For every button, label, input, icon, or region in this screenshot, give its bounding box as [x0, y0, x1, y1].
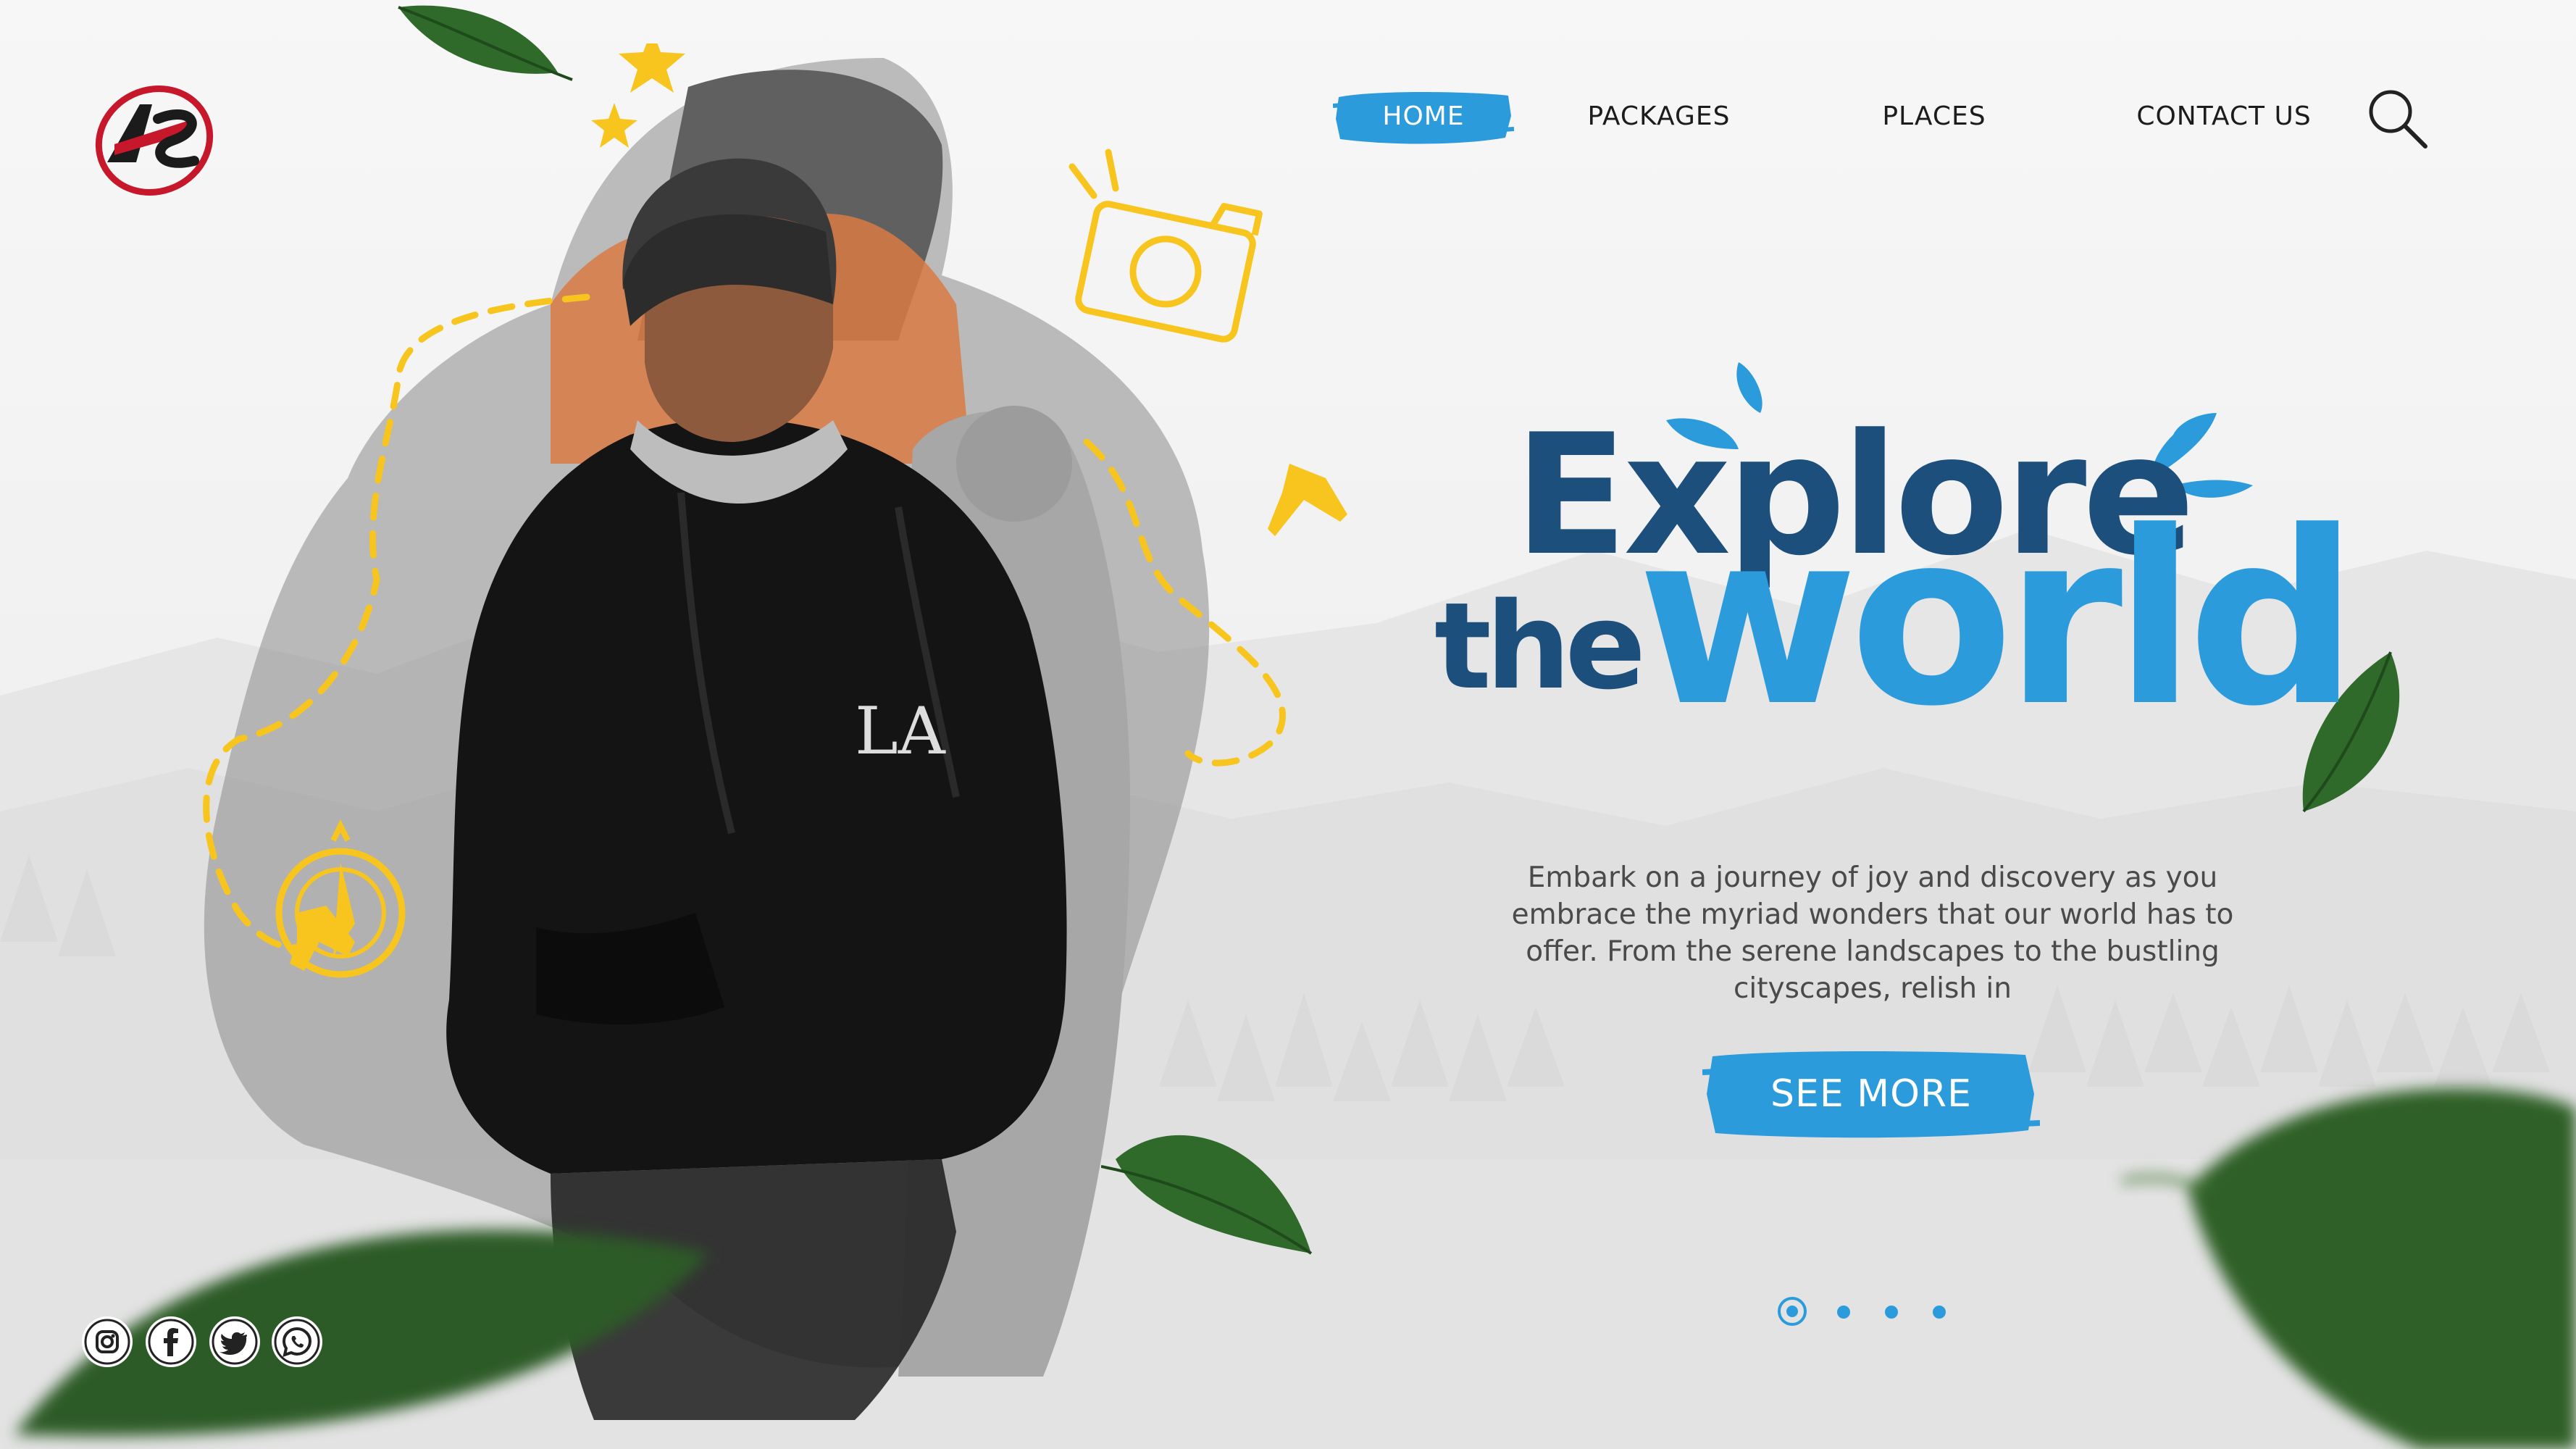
nav-places[interactable]: PLACES	[1840, 80, 2028, 152]
leaf-middle-decoration	[1101, 1135, 1313, 1255]
see-more-label: SEE MORE	[1770, 1072, 1973, 1116]
carousel-indicators	[1778, 1294, 1952, 1329]
carousel-dot-2[interactable]	[1837, 1306, 1850, 1319]
hero-description: Embark on a journey of joy and discovery…	[1511, 861, 2234, 1005]
facebook-icon[interactable]	[148, 1319, 194, 1365]
instagram-icon[interactable]	[84, 1319, 130, 1365]
nav-contact-label: CONTACT US	[2136, 101, 2312, 131]
hero-headline: Explore the world	[1420, 341, 2391, 790]
nav-packages[interactable]: PACKAGES	[1565, 80, 1753, 152]
nav-places-label: PLACES	[1882, 101, 1986, 131]
carousel-dot-3[interactable]	[1885, 1306, 1898, 1319]
nav-packages-label: PACKAGES	[1587, 101, 1731, 131]
twitter-icon[interactable]	[212, 1319, 258, 1365]
headline-world: world	[1637, 480, 2359, 759]
leaf-top-decoration	[398, 5, 573, 81]
social-links	[84, 1319, 323, 1377]
leaf-bottom-right-blurred	[2122, 1088, 2576, 1449]
search-icon[interactable]	[2364, 85, 2430, 151]
main-nav: HOME PACKAGES PLACES CONTACT US	[1333, 80, 2434, 152]
see-more-button[interactable]: SEE MORE	[1702, 1043, 2040, 1145]
nav-contact-us[interactable]: CONTACT US	[2072, 80, 2376, 152]
headline-the: the	[1434, 577, 1646, 716]
whatsapp-icon[interactable]	[274, 1319, 320, 1365]
carousel-dot-4[interactable]	[1933, 1306, 1946, 1319]
leaf-bottom-left-blurred	[14, 1229, 710, 1437]
svg-text:LA: LA	[855, 693, 946, 769]
carousel-dot-1[interactable]	[1778, 1297, 1807, 1326]
